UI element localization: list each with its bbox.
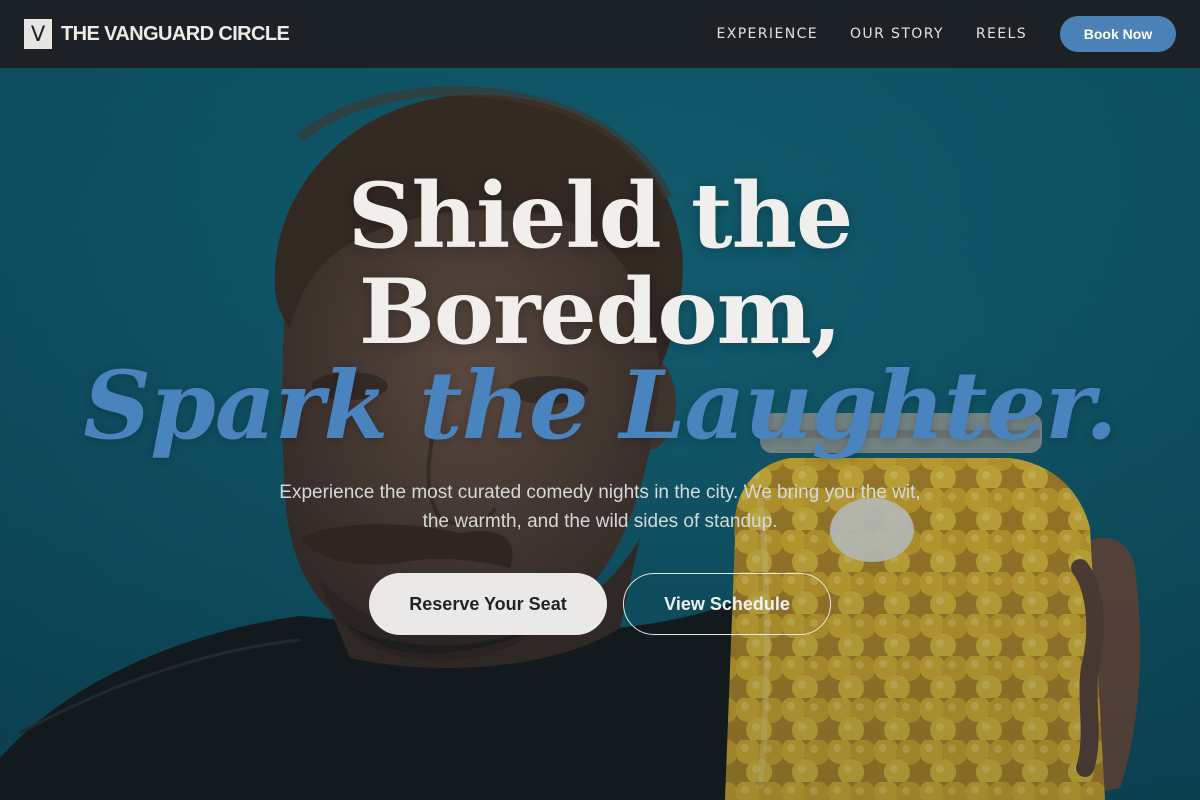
nav-link-experience[interactable]: EXPERIENCE (716, 26, 818, 42)
brand-name: THE VANGUARD CIRCLE (61, 22, 290, 45)
book-now-button[interactable]: Book Now (1060, 16, 1176, 52)
hero-subtitle: Experience the most curated comedy night… (279, 482, 921, 532)
headline-line-3-accent: Spark the Laughter. (83, 351, 1117, 461)
nav-link-our-story[interactable]: OUR STORY (850, 26, 944, 42)
headline-line-2: Boredom, (358, 259, 842, 365)
logo-monogram-icon: V (24, 19, 52, 49)
main-nav: EXPERIENCE OUR STORY REELS (716, 26, 1027, 42)
site-logo[interactable]: V THE VANGUARD CIRCLE (24, 19, 290, 49)
navbar: V THE VANGUARD CIRCLE EXPERIENCE OUR STO… (0, 0, 1200, 68)
headline-line-1: Shield the (347, 163, 854, 269)
view-schedule-button[interactable]: View Schedule (623, 573, 831, 635)
nav-link-reels[interactable]: REELS (976, 26, 1027, 42)
hero-content: Shield the Boredom, Spark the Laughter. … (0, 68, 1200, 800)
reserve-seat-button[interactable]: Reserve Your Seat (369, 573, 607, 635)
